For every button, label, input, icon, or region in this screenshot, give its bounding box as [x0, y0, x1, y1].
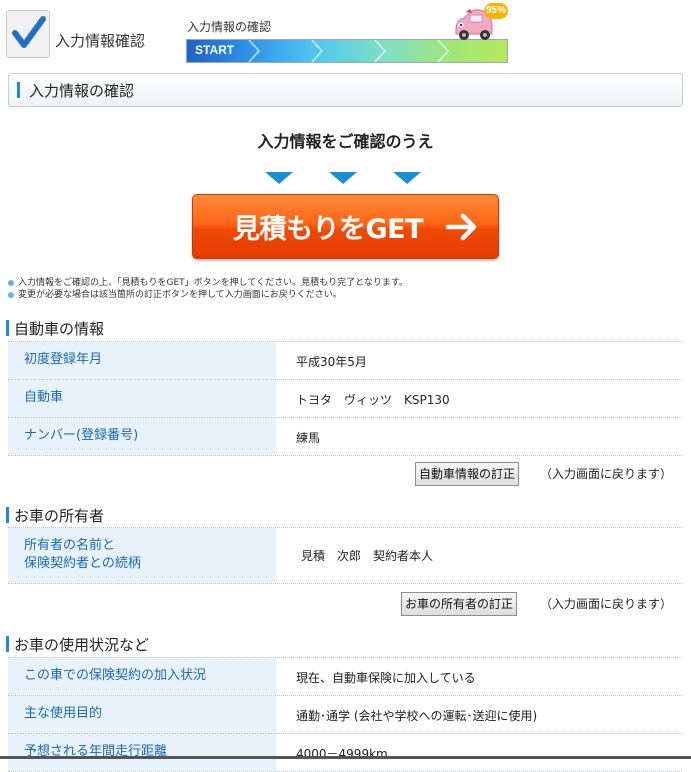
progress-label: 入力情報の確認	[187, 20, 272, 34]
row-label-cell: 自動車	[8, 380, 276, 417]
row-value: 通勤･通学 (会社や学校への運転･送迎に使用)	[296, 709, 538, 723]
instruction-note: 入力情報をご確認の上、「見積もりをGET」ボタンを押してください。見積もり完了と…	[8, 277, 408, 289]
car-info-fix-button[interactable]: 自動車情報の訂正	[415, 462, 520, 486]
table-row: 予想される年間走行距離 4000－4999km	[8, 733, 682, 772]
page-header-title: 入力情報確認	[55, 32, 146, 50]
row-value: トヨタ ヴィッツ KSP130	[296, 393, 450, 407]
car-info-heading-text: 自動車の情報	[14, 320, 105, 338]
row-label: 主な使用目的	[24, 706, 103, 721]
get-quote-button-label: 見積もりをGET	[233, 214, 424, 245]
row-value: 練馬	[296, 431, 321, 445]
row-label-cell: この車での保険契約の加入状況	[8, 658, 276, 695]
section-title: 入力情報の確認	[29, 82, 135, 100]
down-arrow-icon	[265, 172, 293, 184]
usage-table: この車での保険契約の加入状況 現在、自動車保険に加入している 主な使用目的 通勤…	[8, 657, 682, 772]
checkmark-icon	[6, 10, 50, 58]
title-accent-bar	[17, 82, 20, 98]
down-arrow-icon	[329, 172, 357, 184]
row-label: 所有者の名前と 保険契約者との続柄	[24, 538, 141, 571]
table-row: 所有者の名前と 保険契約者との続柄 見積 次郎 契約者本人	[8, 527, 682, 584]
row-label-cell: ナンバー(登録番号)	[8, 418, 276, 455]
usage-heading-text: お車の使用状況など	[14, 636, 150, 654]
page-header: 入力情報確認 入力情報の確認 START 95%	[0, 0, 691, 70]
table-row: 自動車 トヨタ ヴィッツ KSP130	[8, 379, 682, 417]
down-arrow-icon	[393, 172, 421, 184]
confirm-prompt: 入力情報をご確認のうえ	[257, 132, 434, 151]
row-value: 現在、自動車保険に加入している	[296, 671, 476, 685]
row-label: ナンバー(登録番号)	[24, 428, 139, 443]
table-row: 初度登録年月 平成30年5月	[8, 341, 682, 379]
owner-fix-button[interactable]: お車の所有者の訂正	[401, 592, 518, 616]
row-label: 自動車	[24, 390, 64, 405]
row-label: この車での保険契約の加入状況	[24, 668, 207, 683]
progress-bar: START	[186, 39, 508, 63]
instruction-note: 変更が必要な場合は該当箇所の訂正ボタンを押して入力画面にお戻りください。	[8, 289, 408, 301]
heading-accent-bar	[6, 636, 9, 652]
row-label-cell: 初度登録年月	[8, 342, 276, 379]
table-row: この車での保険契約の加入状況 現在、自動車保険に加入している	[8, 657, 682, 695]
heading-accent-bar	[6, 320, 9, 336]
car-info-fix-row: 自動車情報の訂正 （入力画面に戻ります）	[0, 462, 691, 486]
return-note: （入力画面に戻ります）	[540, 467, 673, 481]
heading-accent-bar	[6, 507, 9, 523]
row-value: 平成30年5月	[296, 355, 367, 369]
progress-start-label: START	[195, 43, 235, 57]
instruction-notes: 入力情報をご確認の上、「見積もりをGET」ボタンを押してください。見積もり完了と…	[8, 277, 408, 301]
progress-arrows	[248, 40, 450, 62]
row-value: 4000－4999km	[296, 747, 388, 761]
owner-fix-row: お車の所有者の訂正 （入力画面に戻ります）	[0, 592, 691, 616]
row-label-cell: 主な使用目的	[8, 696, 276, 733]
owner-heading-text: お車の所有者	[14, 507, 105, 525]
progress-percent-badge: 95%	[484, 3, 508, 19]
owner-table: 所有者の名前と 保険契約者との続柄 見積 次郎 契約者本人	[8, 527, 682, 584]
arrow-right-icon	[446, 213, 477, 241]
car-info-table: 初度登録年月 平成30年5月 自動車 トヨタ ヴィッツ KSP130 ナンバー(…	[8, 341, 682, 456]
row-label-cell: 予想される年間走行距離	[8, 734, 276, 771]
table-row: 主な使用目的 通勤･通学 (会社や学校への運転･送迎に使用)	[8, 695, 682, 733]
row-value: 見積 次郎 契約者本人	[301, 549, 434, 563]
table-row: ナンバー(登録番号) 練馬	[8, 417, 682, 456]
get-quote-button[interactable]: 見積もりをGET	[192, 194, 499, 259]
row-label-cell: 所有者の名前と 保険契約者との続柄	[8, 528, 276, 583]
row-label: 初度登録年月	[24, 352, 103, 367]
section-title-bar: 入力情報の確認	[8, 73, 683, 107]
return-note: （入力画面に戻ります）	[540, 597, 673, 611]
